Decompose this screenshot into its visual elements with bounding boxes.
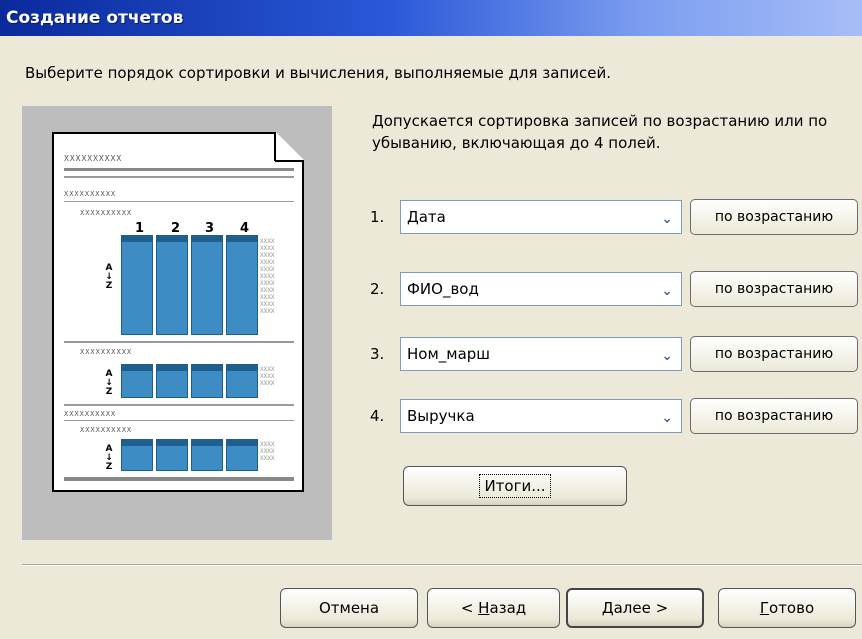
sort-row-number: 1. [370, 208, 385, 226]
instruction-text: Выберите порядок сортировки и вычисления… [25, 64, 611, 82]
column-number: 3 [205, 221, 215, 236]
column-number: 4 [240, 221, 250, 236]
divider [64, 420, 294, 421]
column-number: 2 [171, 221, 181, 236]
sort-order-button-1[interactable]: по возрастанию [690, 199, 858, 235]
divider [64, 477, 294, 481]
next-button[interactable]: Далее > [566, 588, 704, 628]
report-wizard-dialog: Выберите порядок сортировки и вычисления… [0, 36, 862, 639]
sort-field-combo-1[interactable]: Дата ⌄ [400, 200, 682, 234]
subgroup-placeholder: XXXXXXXXXX [80, 209, 133, 217]
sort-order-button-3[interactable]: по возрастанию [690, 336, 858, 372]
chevron-down-icon[interactable]: ⌄ [661, 410, 673, 426]
extra-columns-placeholder: XXXX XXXX XXXX XXXX XXXX XXXX XXXX XXXX XXXX XXXX… [260, 238, 275, 315]
report-page-illustration: XXXXXXXXXX XXXXXXXXXX XXXXXXXXXX 1 2 3 4… [52, 132, 304, 492]
subgroup-placeholder: XXXXXXXXXX [80, 348, 133, 356]
sort-column-1 [121, 364, 153, 398]
sort-order-button-2[interactable]: по возрастанию [690, 271, 858, 307]
combo-value: Дата [407, 208, 446, 226]
combo-value: ФИО_вод [407, 280, 479, 298]
sort-row-number: 2. [370, 280, 385, 298]
sort-column-1 [121, 439, 153, 471]
sort-column-2 [156, 439, 188, 471]
sort-column-4 [226, 235, 258, 335]
back-button[interactable]: < Назад [427, 588, 560, 628]
sort-column-3 [191, 364, 223, 398]
sort-column-3 [191, 439, 223, 471]
sort-row-number: 3. [370, 345, 385, 363]
cancel-button[interactable]: Отмена [280, 588, 418, 628]
sort-preview-panel: XXXXXXXXXX XXXXXXXXXX XXXXXXXXXX 1 2 3 4… [22, 106, 332, 540]
sort-az-icon: A ↓ Z [105, 369, 113, 397]
divider [64, 341, 294, 343]
sort-az-icon: A ↓ Z [105, 263, 113, 291]
page-fold-corner [276, 132, 304, 160]
header-placeholder: XXXXXXXXXX [64, 154, 123, 163]
finish-button[interactable]: Готово [718, 588, 856, 628]
window-title: Создание отчетов [6, 8, 184, 28]
chevron-down-icon[interactable]: ⌄ [661, 348, 673, 364]
extra-columns-placeholder: XXXX XXXX XXXX [260, 366, 275, 387]
group-placeholder: XXXXXXXXXX [64, 190, 117, 198]
subgroup-placeholder: XXXXXXXXXX [80, 426, 133, 434]
footer-separator [22, 564, 862, 566]
sort-column-2 [156, 235, 188, 335]
title-bar: Создание отчетов [0, 0, 862, 36]
sort-az-icon: A ↓ Z [105, 444, 113, 472]
sort-column-4 [226, 439, 258, 471]
divider [64, 404, 294, 406]
combo-value: Ном_марш [407, 345, 491, 363]
divider [64, 201, 294, 202]
extra-columns-placeholder: XXXX XXXX XXXX [260, 441, 275, 462]
chevron-down-icon[interactable]: ⌄ [661, 283, 673, 299]
sort-field-combo-3[interactable]: Ном_марш ⌄ [400, 337, 682, 371]
sort-field-combo-2[interactable]: ФИО_вод ⌄ [400, 272, 682, 306]
sort-column-4 [226, 364, 258, 398]
divider [64, 176, 294, 178]
sort-row-number: 4. [370, 407, 385, 425]
column-number: 1 [135, 221, 145, 236]
sort-column-2 [156, 364, 188, 398]
sort-column-3 [191, 235, 223, 335]
sort-field-combo-4[interactable]: Выручка ⌄ [400, 399, 682, 433]
sort-description: Допускается сортировка записей по возрас… [372, 112, 828, 152]
combo-value: Выручка [407, 407, 475, 425]
divider [64, 168, 294, 171]
sort-column-1 [121, 235, 153, 335]
totals-button-label: Итоги... [479, 474, 551, 498]
group-placeholder: XXXXXXXXXX [64, 410, 117, 418]
sort-order-button-4[interactable]: по возрастанию [690, 398, 858, 434]
totals-button[interactable]: Итоги... [403, 466, 627, 506]
chevron-down-icon[interactable]: ⌄ [661, 211, 673, 227]
